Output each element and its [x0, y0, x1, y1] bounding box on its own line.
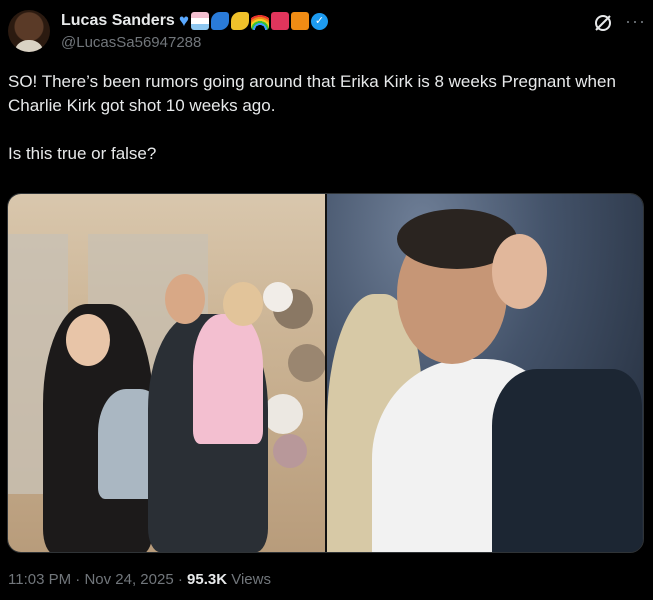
girl-figure — [193, 314, 263, 444]
more-options-icon[interactable]: ··· — [625, 11, 646, 32]
balloon — [263, 394, 303, 434]
vest — [492, 369, 642, 552]
author-handle[interactable]: @LucasSa56947288 — [61, 34, 201, 51]
verified-badge-icon: ✓ — [310, 12, 328, 30]
views-label: Views — [227, 571, 271, 588]
blue-heart-icon: ♥ — [178, 11, 189, 30]
media-grid — [7, 193, 644, 553]
balloon — [273, 434, 307, 468]
person-icon — [270, 12, 289, 30]
separator: · — [71, 571, 85, 588]
separator: · — [173, 571, 188, 588]
author-name[interactable]: Lucas Sanders — [61, 12, 175, 30]
girl-head — [223, 282, 263, 326]
name-emojis: ♥ ✓ — [179, 12, 328, 30]
man-head — [165, 274, 205, 324]
rainbow-icon — [250, 12, 269, 30]
woman-head — [66, 314, 110, 366]
flexed-arm-icon — [210, 12, 229, 30]
tweet-time[interactable]: 11:03 PM — [8, 571, 71, 588]
views-count[interactable]: 95.3K — [187, 571, 227, 588]
tweet-photo[interactable] — [327, 194, 643, 552]
orange-square-icon — [290, 12, 309, 30]
woman-hand — [492, 234, 547, 309]
tweet-text-line: Is this true or false? — [8, 144, 157, 163]
balloon — [263, 282, 293, 312]
grok-icon[interactable] — [593, 13, 613, 33]
balloon — [288, 344, 325, 382]
tweet-date[interactable]: Nov 24, 2025 — [84, 571, 173, 588]
folded-flag-icon — [190, 12, 209, 30]
tweet-text-line: SO! There’s been rumors going around tha… — [8, 72, 616, 115]
avatar[interactable] — [8, 10, 50, 52]
flexed-arm-icon — [230, 12, 249, 30]
tweet-text: SO! There’s been rumors going around tha… — [8, 70, 645, 166]
tweet-header: Lucas Sanders ♥ ✓ @LucasSa56947288 ··· — [8, 9, 645, 55]
tweet-meta: 11:03 PM · Nov 24, 2025 · 95.3K Views — [8, 571, 271, 588]
author-name-row[interactable]: Lucas Sanders ♥ ✓ — [61, 12, 328, 30]
tweet-photo[interactable] — [8, 194, 325, 552]
